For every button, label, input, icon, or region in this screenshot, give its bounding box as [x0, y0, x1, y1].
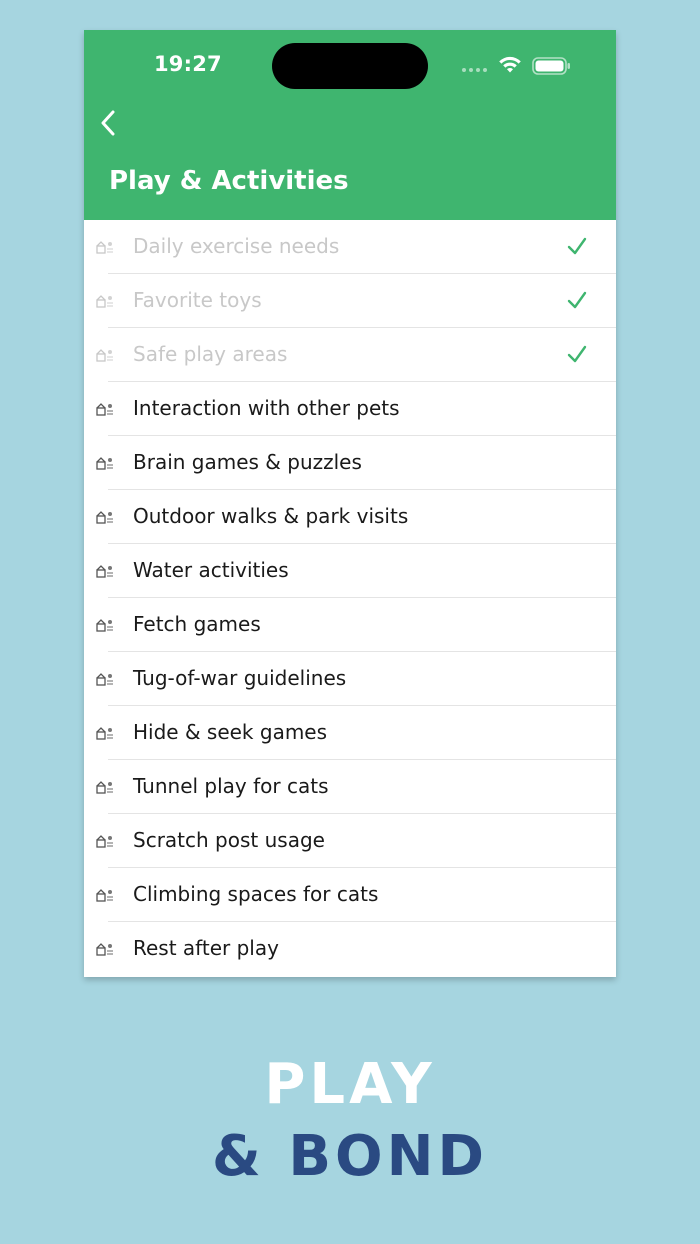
pet-home-icon	[96, 941, 114, 956]
list-item[interactable]: Water activities	[84, 544, 616, 598]
battery-icon	[532, 57, 570, 75]
dynamic-island	[272, 43, 428, 89]
list-item[interactable]: Tug-of-war guidelines	[84, 652, 616, 706]
pet-home-icon	[96, 509, 114, 524]
pet-home-icon	[96, 455, 114, 470]
checkmark-icon	[566, 343, 588, 365]
pet-home-icon	[96, 887, 114, 902]
phone-screen: 19:27 Play & Activities Daily exercise n…	[84, 30, 616, 977]
list-item-label: Tunnel play for cats	[133, 774, 329, 798]
wifi-icon	[499, 56, 521, 73]
pet-home-icon	[96, 347, 114, 362]
list-item-label: Scratch post usage	[133, 828, 325, 852]
list-item-label: Favorite toys	[133, 288, 262, 312]
page-title: Play & Activities	[109, 166, 349, 196]
list-item-label: Daily exercise needs	[133, 234, 340, 258]
list-item-label: Hide & seek games	[133, 720, 328, 744]
checkmark-icon	[566, 289, 588, 311]
pet-home-icon	[96, 833, 114, 848]
list-item[interactable]: Interaction with other pets	[84, 382, 616, 436]
activity-list: Daily exercise needs Favorite toys Safe pl…	[84, 220, 616, 976]
list-item[interactable]: Outdoor walks & park visits	[84, 490, 616, 544]
list-item[interactable]: Scratch post usage	[84, 814, 616, 868]
status-time: 19:27	[154, 52, 222, 76]
cellular-signal-icon	[462, 68, 487, 72]
back-button[interactable]	[94, 106, 124, 140]
list-item-label: Climbing spaces for cats	[133, 882, 379, 906]
list-item[interactable]: Rest after play	[84, 922, 616, 976]
list-item-label: Safe play areas	[133, 342, 288, 366]
list-item-label: Brain games & puzzles	[133, 450, 362, 474]
nav-header: 19:27 Play & Activities	[84, 30, 616, 220]
tagline-line1: PLAY	[264, 1052, 436, 1117]
list-item[interactable]: Climbing spaces for cats	[84, 868, 616, 922]
pet-home-icon	[96, 401, 114, 416]
list-item-label: Fetch games	[133, 612, 261, 636]
pet-home-icon	[96, 779, 114, 794]
pet-home-icon	[96, 725, 114, 740]
list-item-label: Interaction with other pets	[133, 396, 400, 420]
list-item[interactable]: Fetch games	[84, 598, 616, 652]
checkmark-icon	[566, 235, 588, 257]
list-item[interactable]: Hide & seek games	[84, 706, 616, 760]
list-item[interactable]: Safe play areas	[84, 328, 616, 382]
list-item-label: Tug-of-war guidelines	[133, 666, 347, 690]
list-item-label: Water activities	[133, 558, 289, 582]
list-item[interactable]: Favorite toys	[84, 274, 616, 328]
pet-home-icon	[96, 293, 114, 308]
pet-home-icon	[96, 617, 114, 632]
tagline-line2: & BOND	[212, 1124, 488, 1189]
list-item[interactable]: Brain games & puzzles	[84, 436, 616, 490]
pet-home-icon	[96, 563, 114, 578]
list-item[interactable]: Tunnel play for cats	[84, 760, 616, 814]
chevron-left-icon	[101, 110, 115, 136]
list-item[interactable]: Daily exercise needs	[84, 220, 616, 274]
pet-home-icon	[96, 239, 114, 254]
list-item-label: Outdoor walks & park visits	[133, 504, 409, 528]
pet-home-icon	[96, 671, 114, 686]
list-item-label: Rest after play	[133, 936, 279, 960]
